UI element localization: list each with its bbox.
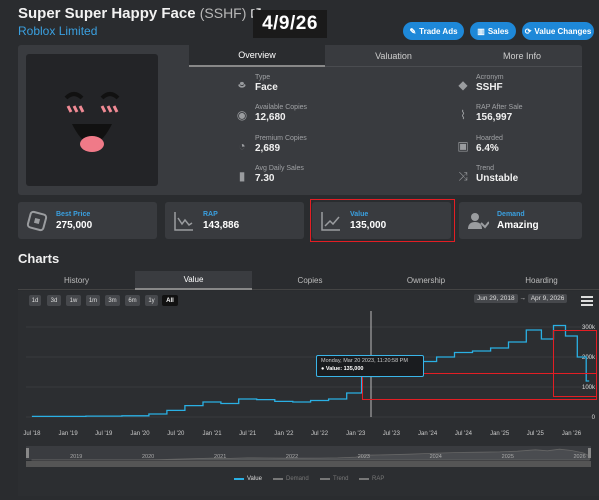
navigator-scrollbar[interactable] bbox=[26, 461, 591, 467]
range-1y[interactable]: 1y bbox=[145, 295, 158, 306]
item-category-link[interactable]: Roblox Limited bbox=[18, 24, 97, 38]
navigator-year-label: 2019 bbox=[70, 454, 82, 460]
legend-item-rap[interactable]: RAP bbox=[359, 476, 384, 482]
tab-ownership[interactable]: Ownership bbox=[368, 271, 484, 290]
peak-highlight bbox=[553, 330, 597, 397]
x-tick-label: Jul '25 bbox=[527, 431, 545, 437]
users-icon bbox=[468, 212, 489, 229]
legend-item-trend[interactable]: Trend bbox=[320, 476, 348, 482]
tab-hoarding[interactable]: Hoarding bbox=[484, 271, 599, 290]
refresh-icon: ⟳ bbox=[524, 26, 532, 36]
tab-overview[interactable]: Overview bbox=[189, 45, 325, 67]
charts-heading: Charts bbox=[18, 251, 60, 266]
x-tick-label: Jan '23 bbox=[346, 431, 366, 437]
stat-trend: ⤨ Trend Unstable bbox=[456, 165, 518, 184]
navigator-year-label: 2023 bbox=[358, 454, 370, 460]
item-thumbnail bbox=[26, 54, 158, 186]
tab-copies[interactable]: Copies bbox=[252, 271, 368, 290]
x-tick-label: Jan '21 bbox=[202, 431, 222, 437]
x-tick-label: Jan '22 bbox=[274, 431, 294, 437]
best-price-card: Best Price 275,000 bbox=[18, 202, 157, 239]
navigator-year-label: 2022 bbox=[286, 454, 298, 460]
legend-item-value[interactable]: Value bbox=[234, 476, 262, 482]
stat-type: 🎩︎ Type Face bbox=[235, 74, 278, 93]
navigator-handle-left[interactable] bbox=[26, 448, 29, 458]
navigator-handle-right[interactable] bbox=[588, 448, 591, 458]
pie-icon: ◔ bbox=[238, 139, 246, 153]
bar-chart-icon: ▥ bbox=[477, 26, 485, 36]
shuffle-icon: ⤨ bbox=[458, 169, 468, 183]
navigator-year-label: 2021 bbox=[214, 454, 226, 460]
value-series-line bbox=[31, 324, 590, 418]
x-tick-label: Jan '20 bbox=[130, 431, 150, 437]
value-changes-button[interactable]: ⟳ Value Changes bbox=[522, 22, 594, 40]
range-3m[interactable]: 3m bbox=[105, 295, 120, 306]
x-tick-label: Jul '23 bbox=[383, 431, 401, 437]
range-1w[interactable]: 1w bbox=[66, 295, 81, 306]
x-tick-label: Jan '26 bbox=[562, 431, 582, 437]
box-icon: ◉ bbox=[236, 108, 248, 122]
tooltip-date: Monday, Mar 20 2023, 11:20:58 PM bbox=[321, 358, 408, 364]
stat-acronym: ◆ Acronym SSHF bbox=[456, 74, 503, 93]
x-tick-label: Jul '24 bbox=[455, 431, 473, 437]
demand-card: Demand Amazing bbox=[459, 202, 582, 239]
date-to[interactable]: Apr 9, 2026 bbox=[527, 294, 568, 303]
value-card-highlight bbox=[310, 199, 455, 242]
x-tick-label: Jul '18 bbox=[23, 431, 41, 437]
range-1m[interactable]: 1m bbox=[86, 295, 100, 306]
page-title: Super Super Happy Face (SSHF) bbox=[18, 5, 262, 22]
trade-ads-button[interactable]: ✎ Trade Ads bbox=[403, 22, 464, 40]
x-tick-label: Jan '19 bbox=[59, 431, 79, 437]
rap-chart-icon bbox=[174, 211, 193, 231]
y-tick-label: 0 bbox=[592, 415, 596, 421]
tab-value[interactable]: Value bbox=[135, 271, 252, 290]
x-tick-label: Jul '20 bbox=[167, 431, 185, 437]
date-stamp: 4/9/26 bbox=[253, 10, 327, 38]
chart-tooltip: Monday, Mar 20 2023, 11:20:58 PM ● Value… bbox=[316, 355, 424, 377]
navigator-year-label: 2024 bbox=[430, 454, 442, 460]
range-all[interactable]: All bbox=[162, 295, 178, 306]
happy-face-image bbox=[64, 92, 120, 152]
chart-line-icon: ⌇ bbox=[460, 108, 466, 122]
x-tick-label: Jan '24 bbox=[418, 431, 438, 437]
sales-button[interactable]: ▥ Sales bbox=[470, 22, 516, 40]
chart-navigator[interactable]: 2019 2020 2021 2022 2023 2024 2025 2026 bbox=[18, 444, 599, 472]
roblox-logo-icon bbox=[26, 210, 48, 231]
navigator-year-label: 2020 bbox=[142, 454, 154, 460]
range-1d[interactable]: 1d bbox=[29, 295, 41, 306]
rap-card: RAP 143,886 bbox=[165, 202, 304, 239]
x-tick-label: Jan '25 bbox=[490, 431, 510, 437]
stat-rap-after-sale: ⌇ RAP After Sale 156,997 bbox=[456, 104, 523, 123]
navigator-year-label: 2026 bbox=[574, 454, 586, 460]
x-tick-label: Jul '22 bbox=[311, 431, 329, 437]
stat-available-copies: ◉ Available Copies 12,680 bbox=[236, 104, 308, 123]
stat-hoarded: ▣ Hoarded 6.4% bbox=[457, 135, 503, 154]
legend-item-demand[interactable]: Demand bbox=[273, 476, 309, 482]
tab-more-info[interactable]: More Info bbox=[462, 45, 582, 67]
range-3d[interactable]: 3d bbox=[47, 295, 61, 306]
stat-avg-daily-sales: ▮ Avg Daily Sales 7.30 bbox=[235, 165, 304, 184]
stat-premium-copies: ◔ Premium Copies 2,689 bbox=[235, 135, 306, 154]
date-from[interactable]: Jun 29, 2018 bbox=[474, 294, 518, 303]
range-6m[interactable]: 6m bbox=[125, 295, 140, 306]
bars-icon: ▮ bbox=[238, 169, 246, 183]
date-separator: → bbox=[519, 295, 526, 302]
x-tick-label: Jul '19 bbox=[95, 431, 113, 437]
pin-icon: ✎ bbox=[409, 26, 417, 36]
chart-menu-icon[interactable] bbox=[581, 296, 593, 306]
tab-history[interactable]: History bbox=[18, 271, 135, 290]
x-tick-label: Jul '21 bbox=[239, 431, 257, 437]
tag-icon: ◆ bbox=[458, 78, 468, 92]
date-range[interactable]: Jun 29, 2018 → Apr 9, 2026 bbox=[474, 294, 568, 303]
hat-icon: 🎩︎ bbox=[238, 78, 246, 92]
safe-icon: ▣ bbox=[457, 139, 469, 153]
tab-valuation[interactable]: Valuation bbox=[325, 45, 462, 67]
navigator-year-label: 2025 bbox=[502, 454, 514, 460]
tooltip-value: ● Value: 135,000 bbox=[321, 366, 364, 372]
